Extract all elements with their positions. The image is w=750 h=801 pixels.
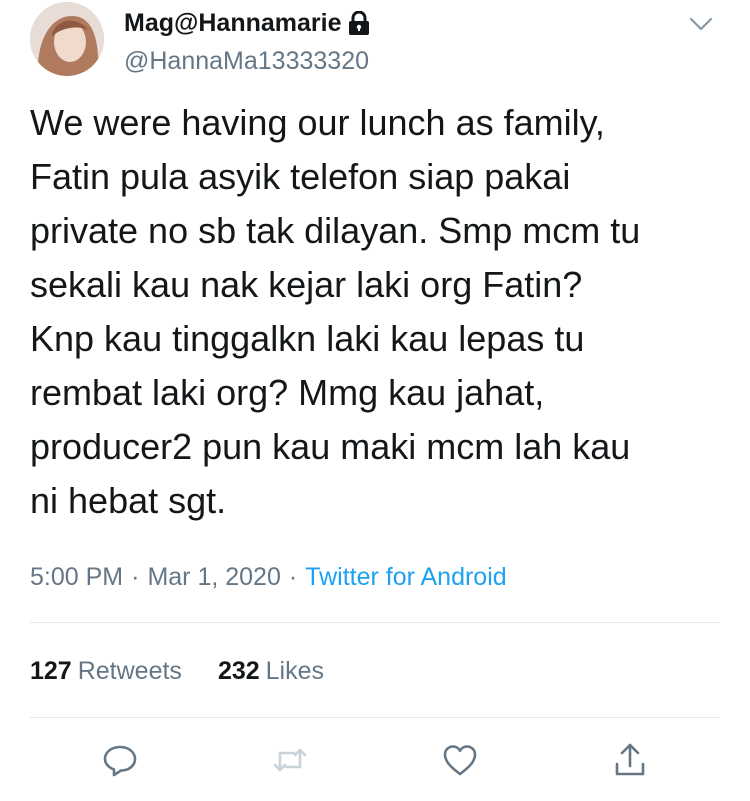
retweets-stat[interactable]: 127 Retweets xyxy=(30,656,182,686)
tweet-line: Fatin pula asyik telefon siap pakai xyxy=(30,156,571,197)
tweet-time: 5:00 PM xyxy=(30,563,124,591)
tweet-line: producer2 pun kau maki mcm lah kau xyxy=(30,426,631,467)
likes-stat[interactable]: 232 Likes xyxy=(218,656,324,686)
retweet-icon[interactable] xyxy=(270,740,310,780)
avatar[interactable] xyxy=(30,2,104,76)
likes-label: Likes xyxy=(265,657,325,685)
tweet-stats: 127 Retweets 232 Likes xyxy=(30,656,360,686)
heart-icon[interactable] xyxy=(440,740,480,780)
likes-count: 232 xyxy=(217,657,260,685)
lock-icon xyxy=(348,10,370,35)
author-name-row: Mag@Hannamarie xyxy=(124,8,370,38)
display-name[interactable]: Mag@Hannamarie xyxy=(124,8,342,38)
tweet-text: We were having our lunch as family, Fati… xyxy=(30,96,730,528)
reply-icon[interactable] xyxy=(100,740,140,780)
retweets-label: Retweets xyxy=(77,657,182,685)
tweet-line: private no sb tak dilayan. Smp mcm tu xyxy=(30,210,641,251)
tweet-line: ni hebat sgt. xyxy=(30,480,227,521)
divider xyxy=(30,717,720,718)
author-handle[interactable]: @HannaMa13333320 xyxy=(124,46,369,76)
tweet-line: Knp kau tinggalkn laki kau lepas tu xyxy=(30,318,585,359)
tweet-source-link[interactable]: Twitter for Android xyxy=(305,562,506,592)
tweet-line: We were having our lunch as family, xyxy=(30,102,605,143)
divider xyxy=(30,622,720,623)
retweets-count: 127 xyxy=(30,657,72,685)
tweet-meta: 5:00 PM · Mar 1, 2020 · Twitter for Andr… xyxy=(30,562,507,592)
meta-separator: · xyxy=(131,563,140,591)
avatar-image xyxy=(30,2,104,76)
chevron-down-icon[interactable] xyxy=(686,14,716,34)
action-bar xyxy=(0,740,750,790)
tweet-line: rembat laki org? Mmg kau jahat, xyxy=(30,372,545,413)
tweet-date[interactable]: Mar 1, 2020 xyxy=(147,562,280,592)
tweet-line: sekali kau nak kejar laki org Fatin? xyxy=(30,264,583,305)
share-icon[interactable] xyxy=(610,740,650,780)
meta-separator: · xyxy=(288,563,298,591)
